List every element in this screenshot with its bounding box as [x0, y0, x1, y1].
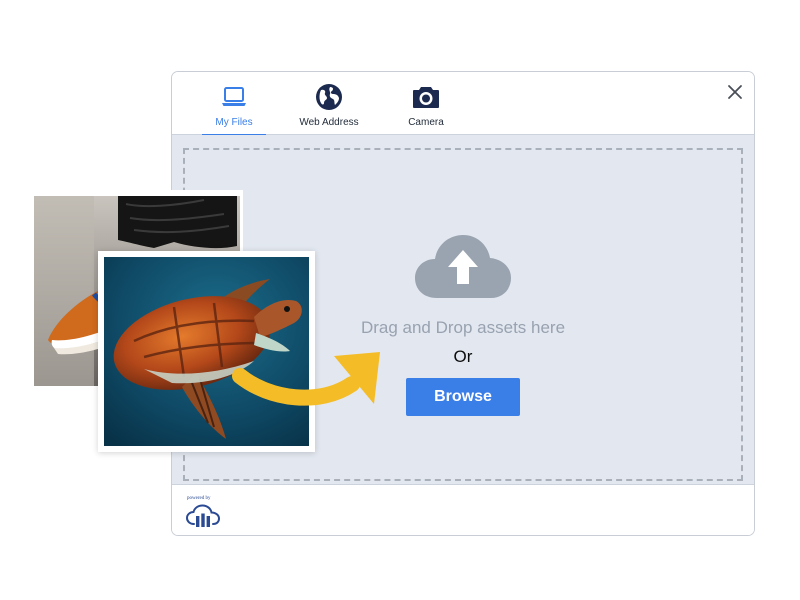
tab-camera[interactable]: Camera — [400, 72, 452, 135]
tab-web-address[interactable]: Web Address — [296, 72, 362, 135]
tab-label: My Files — [215, 117, 253, 128]
stage: My Files Web Address Camera Drag and Dro… — [0, 0, 800, 600]
globe-icon — [315, 83, 343, 111]
drop-instructions: Drag and Drop assets here — [360, 318, 566, 337]
tab-label: Web Address — [299, 117, 359, 128]
close-icon — [728, 85, 742, 99]
source-tabs: My Files Web Address Camera — [172, 72, 754, 136]
cloud-upload-icon — [413, 232, 513, 302]
close-button[interactable] — [726, 83, 744, 101]
tab-label: Camera — [408, 117, 444, 128]
browse-button[interactable]: Browse — [406, 378, 520, 416]
footer: powered by — [172, 484, 754, 535]
drag-arrow-icon — [232, 352, 380, 406]
cloudinary-logo[interactable] — [186, 504, 220, 528]
tab-my-files[interactable]: My Files — [202, 72, 266, 136]
camera-icon — [412, 83, 440, 111]
laptop-icon — [220, 83, 248, 111]
powered-by-text: powered by — [187, 496, 211, 501]
